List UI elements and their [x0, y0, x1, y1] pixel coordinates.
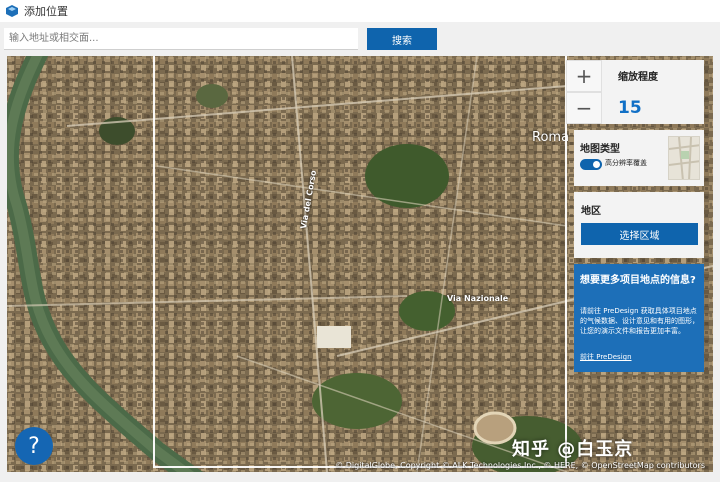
street-map-icon: [669, 137, 699, 179]
region-panel: 地区 选择区域: [574, 192, 704, 258]
zoom-label: 缩放程度: [618, 72, 658, 83]
zoom-value: 15: [618, 98, 642, 118]
promo-body: 请前往 PreDesign 获取具体项目地点的气候数据、设计意见和有用的图形，让…: [580, 307, 699, 335]
zoom-out-button[interactable]: −: [566, 92, 602, 124]
search-input[interactable]: [4, 28, 358, 50]
zoom-panel: + − 缩放程度 15: [566, 60, 704, 124]
map-type-panel: 地图类型 高分辨率覆盖: [574, 130, 704, 186]
watermark: 知乎 @白玉京: [512, 439, 634, 460]
predesign-link[interactable]: 前往 PreDesign: [580, 352, 632, 362]
title-bar: 添加位置: [0, 0, 720, 22]
high-res-toggle[interactable]: [580, 159, 602, 170]
map-type-thumbnail[interactable]: [668, 136, 700, 180]
map-type-label: 地图类型: [580, 144, 620, 155]
zoom-in-button[interactable]: +: [566, 60, 602, 92]
high-res-toggle-label: 高分辨率覆盖: [605, 159, 647, 167]
toggle-knob: [593, 161, 600, 168]
search-button[interactable]: 搜索: [367, 28, 437, 50]
selection-frame[interactable]: [153, 56, 567, 468]
app-icon: [6, 5, 18, 17]
region-label: 地区: [581, 206, 601, 217]
search-bar: 搜索: [0, 22, 720, 56]
map-attribution: © DigitalGlobe, Copyright © ALK Technolo…: [335, 461, 705, 470]
help-button[interactable]: ?: [15, 427, 53, 465]
select-region-button[interactable]: 选择区域: [581, 223, 698, 245]
promo-title: 想要更多项目地点的信息?: [580, 275, 696, 286]
predesign-promo-panel: 想要更多项目地点的信息? 请前往 PreDesign 获取具体项目地点的气候数据…: [574, 264, 704, 372]
window-title: 添加位置: [24, 5, 68, 18]
